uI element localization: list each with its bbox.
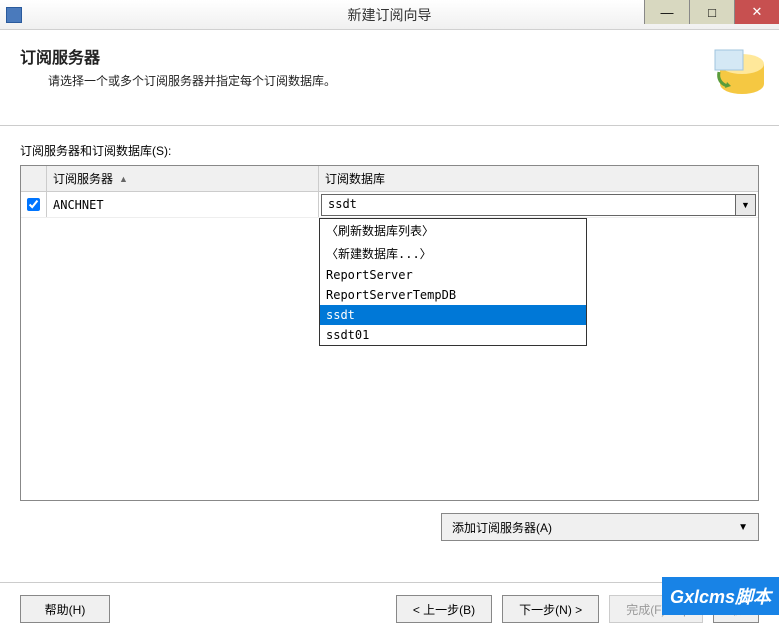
database-value[interactable]: ssdt [322, 195, 735, 215]
dropdown-item-refresh[interactable]: 〈刷新数据库列表〉 [320, 219, 586, 242]
watermark: Gxlcms脚本 [662, 577, 779, 615]
chevron-down-icon: ▼ [741, 200, 750, 210]
server-column-header[interactable]: 订阅服务器 ▲ [47, 166, 319, 191]
content-area: 订阅服务器和订阅数据库(S): 订阅服务器 ▲ 订阅数据库 ANCHNET ss… [0, 126, 779, 551]
add-server-row: 添加订阅服务器(A) ▼ [20, 513, 759, 541]
dropdown-toggle[interactable]: ▼ [735, 195, 755, 215]
page-title: 订阅服务器 [20, 44, 759, 68]
grid-header: 订阅服务器 ▲ 订阅数据库 [21, 166, 758, 192]
dropdown-item-new[interactable]: 〈新建数据库...〉 [320, 242, 586, 265]
wizard-icon [707, 42, 767, 102]
help-button[interactable]: 帮助(H) [20, 595, 110, 623]
dropdown-item-ssdt01[interactable]: ssdt01 [320, 325, 586, 345]
maximize-button[interactable]: □ [689, 0, 734, 24]
window-controls: — □ ✕ [644, 0, 779, 24]
add-subscriber-button[interactable]: 添加订阅服务器(A) ▼ [441, 513, 759, 541]
minimize-button[interactable]: — [644, 0, 689, 24]
row-checkbox[interactable] [27, 198, 40, 211]
database-combobox[interactable]: ssdt ▼ [321, 194, 756, 216]
table-row: ANCHNET ssdt ▼ [21, 192, 758, 218]
subscribers-grid: 订阅服务器 ▲ 订阅数据库 ANCHNET ssdt ▼ 〈刷新数据库列表〉 〈 [20, 165, 759, 501]
dropdown-item-ssdt[interactable]: ssdt [320, 305, 586, 325]
database-column-header[interactable]: 订阅数据库 [319, 166, 758, 191]
section-label: 订阅服务器和订阅数据库(S): [20, 142, 759, 159]
database-dropdown: 〈刷新数据库列表〉 〈新建数据库...〉 ReportServer Report… [319, 218, 587, 346]
dropdown-item-reportserver[interactable]: ReportServer [320, 265, 586, 285]
close-button[interactable]: ✕ [734, 0, 779, 24]
sort-arrow-icon: ▲ [119, 174, 128, 184]
back-button[interactable]: < 上一步(B) [396, 595, 492, 623]
titlebar: 新建订阅向导 — □ ✕ [0, 0, 779, 30]
server-cell: ANCHNET [47, 192, 319, 217]
dropdown-item-reportservertempdb[interactable]: ReportServerTempDB [320, 285, 586, 305]
window-title: 新建订阅向导 [348, 5, 432, 25]
next-button[interactable]: 下一步(N) > [502, 595, 599, 623]
page-subtitle: 请选择一个或多个订阅服务器并指定每个订阅数据库。 [48, 72, 759, 89]
checkbox-column-header [21, 166, 47, 191]
app-icon [6, 7, 22, 23]
chevron-down-icon: ▼ [738, 522, 748, 533]
wizard-header: 订阅服务器 请选择一个或多个订阅服务器并指定每个订阅数据库。 [0, 30, 779, 126]
